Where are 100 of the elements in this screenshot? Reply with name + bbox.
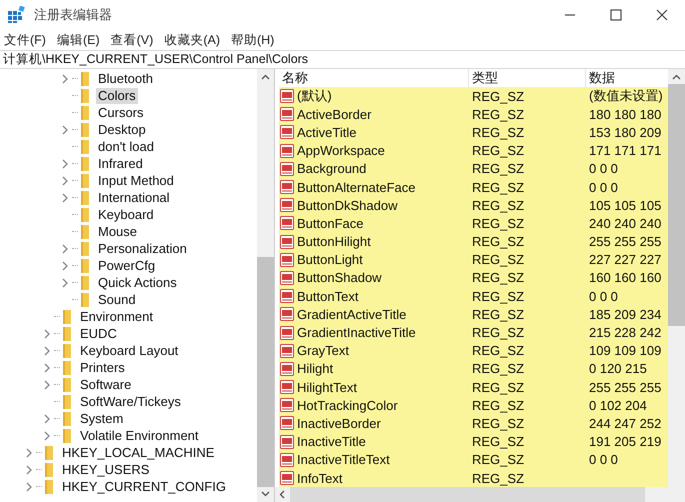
table-cell: GrayText xyxy=(297,343,350,358)
folder-icon xyxy=(81,88,90,102)
string-value-icon xyxy=(280,107,294,122)
tree-item[interactable]: Printers xyxy=(78,360,127,376)
string-value-icon xyxy=(280,380,294,394)
string-value-icon xyxy=(280,198,294,212)
tree-item[interactable]: Personalization xyxy=(96,240,189,256)
table-cell: GradientActiveTitle xyxy=(297,306,406,322)
table-cell-text: REG_SZ xyxy=(471,398,526,413)
table-cell-text: REG_SZ xyxy=(471,252,526,268)
table-cell-text: 227 227 227 xyxy=(588,252,662,268)
table-cell-text: REG_SZ xyxy=(471,470,526,486)
maximize-icon[interactable] xyxy=(610,9,622,21)
folder-icon xyxy=(63,428,72,442)
string-value-icon xyxy=(280,180,294,194)
table-cell-text: 109 109 109 xyxy=(588,343,662,358)
tree-item[interactable]: Input Method xyxy=(96,172,176,188)
menu-item[interactable]: 查看(V) xyxy=(110,32,154,48)
folder-icon xyxy=(63,394,72,408)
tree-item[interactable]: Software xyxy=(78,376,134,392)
address-bar[interactable]: 计算机\HKEY_CURRENT_USER\Control Panel\Colors xyxy=(0,50,685,69)
menu-item[interactable]: 编辑(E) xyxy=(56,32,100,48)
table-cell-text: 244 247 252 xyxy=(588,416,662,431)
table-cell-text: REG_SZ xyxy=(471,234,526,250)
folder-icon xyxy=(81,106,90,120)
tree-item[interactable]: don't load xyxy=(96,138,156,154)
scroll-up-icon[interactable] xyxy=(672,74,681,80)
folder-icon xyxy=(45,462,54,476)
scroll-left-icon[interactable] xyxy=(279,490,285,499)
scroll-down-icon[interactable] xyxy=(261,491,270,497)
string-value-icon xyxy=(280,252,294,267)
table-cell: ButtonHilight xyxy=(297,234,371,250)
tree-item[interactable]: HKEY_USERS xyxy=(60,462,152,478)
tree-item[interactable]: Volatile Environment xyxy=(78,428,201,444)
table-cell-text: REG_SZ xyxy=(471,161,526,176)
table-cell-text: REG_SZ xyxy=(471,270,526,286)
tree-item[interactable]: Keyboard Layout xyxy=(78,342,180,358)
folder-icon xyxy=(45,446,54,460)
tree-item[interactable]: Desktop xyxy=(96,122,148,138)
table-cell-text: REG_SZ xyxy=(471,416,526,431)
table-cell: InfoText xyxy=(297,470,343,486)
table-cell-text: REG_SZ xyxy=(471,306,526,322)
menu-item[interactable]: 文件(F) xyxy=(4,32,46,48)
scroll-up-icon[interactable] xyxy=(261,74,270,80)
table-cell-text: REG_SZ xyxy=(471,216,526,231)
string-value-icon xyxy=(280,270,294,285)
folder-icon xyxy=(81,190,90,204)
folder-icon xyxy=(81,258,90,272)
table-cell-text: REG_SZ xyxy=(471,106,526,122)
string-value-icon xyxy=(280,89,294,104)
tree-item[interactable]: International xyxy=(96,190,172,206)
table-cell-text: 160 160 160 xyxy=(588,270,662,286)
tree-item[interactable]: Infrared xyxy=(96,156,145,172)
table-cell: ActiveBorder xyxy=(297,106,372,122)
close-icon[interactable] xyxy=(656,9,668,21)
tree-item[interactable]: Colors xyxy=(96,88,138,104)
table-cell: AppWorkspace xyxy=(297,143,385,158)
scrollbar-thumb[interactable] xyxy=(257,257,274,487)
table-cell-text: 185 209 234 xyxy=(588,306,662,322)
menu-item[interactable]: 帮助(H) xyxy=(230,32,274,48)
tree-item[interactable]: Sound xyxy=(96,292,138,308)
tree-item[interactable]: EUDC xyxy=(78,326,119,342)
table-cell-text: 255 255 255 xyxy=(588,234,662,250)
registry-icon xyxy=(7,6,25,24)
table-cell-text: 0 0 0 xyxy=(588,180,619,195)
table-cell: Background xyxy=(297,161,366,176)
tree-item[interactable]: Quick Actions xyxy=(96,274,179,290)
tree-item[interactable]: Keyboard xyxy=(96,206,156,222)
table-cell-text: 0 0 0 xyxy=(588,161,619,176)
scrollbar-thumb[interactable] xyxy=(668,84,685,326)
string-value-icon xyxy=(280,471,294,486)
column-header[interactable]: 数据 xyxy=(586,69,668,87)
folder-icon xyxy=(81,224,90,238)
string-value-icon xyxy=(280,289,294,304)
table-cell-text: REG_SZ xyxy=(471,124,526,140)
table-cell: Hilight xyxy=(297,361,334,376)
table-cell: HotTrackingColor xyxy=(297,398,398,413)
tree-item[interactable]: HKEY_CURRENT_CONFIG xyxy=(60,478,228,494)
tree-item[interactable]: System xyxy=(78,410,126,426)
tree-item[interactable]: Bluetooth xyxy=(96,70,155,86)
string-value-icon xyxy=(280,234,294,249)
folder-icon xyxy=(81,140,90,154)
table-cell: ButtonShadow xyxy=(297,270,382,286)
tree-item[interactable]: PowerCfg xyxy=(96,258,158,274)
table-cell: ButtonText xyxy=(297,288,358,304)
folder-icon xyxy=(45,480,54,494)
tree-item[interactable]: HKEY_LOCAL_MACHINE xyxy=(60,444,216,460)
table-cell-text: REG_SZ xyxy=(471,452,526,468)
scrollbar-thumb[interactable] xyxy=(290,487,645,502)
tree-item[interactable]: Cursors xyxy=(96,104,146,120)
table-cell-text: 0 120 215 xyxy=(588,361,648,376)
menu-item[interactable]: 收藏夹(A) xyxy=(164,32,220,48)
table-cell-text: 0 0 0 xyxy=(588,452,619,468)
table-cell-text: 171 171 171 xyxy=(588,143,662,158)
tree-item[interactable]: Environment xyxy=(78,308,155,324)
table-cell: HilightText xyxy=(297,380,357,395)
table-cell-text: REG_SZ xyxy=(471,143,526,158)
tree-item[interactable]: SoftWare/Tickeys xyxy=(78,394,183,410)
table-cell-text: 215 228 242 xyxy=(588,325,662,340)
tree-item[interactable]: Mouse xyxy=(96,224,140,240)
